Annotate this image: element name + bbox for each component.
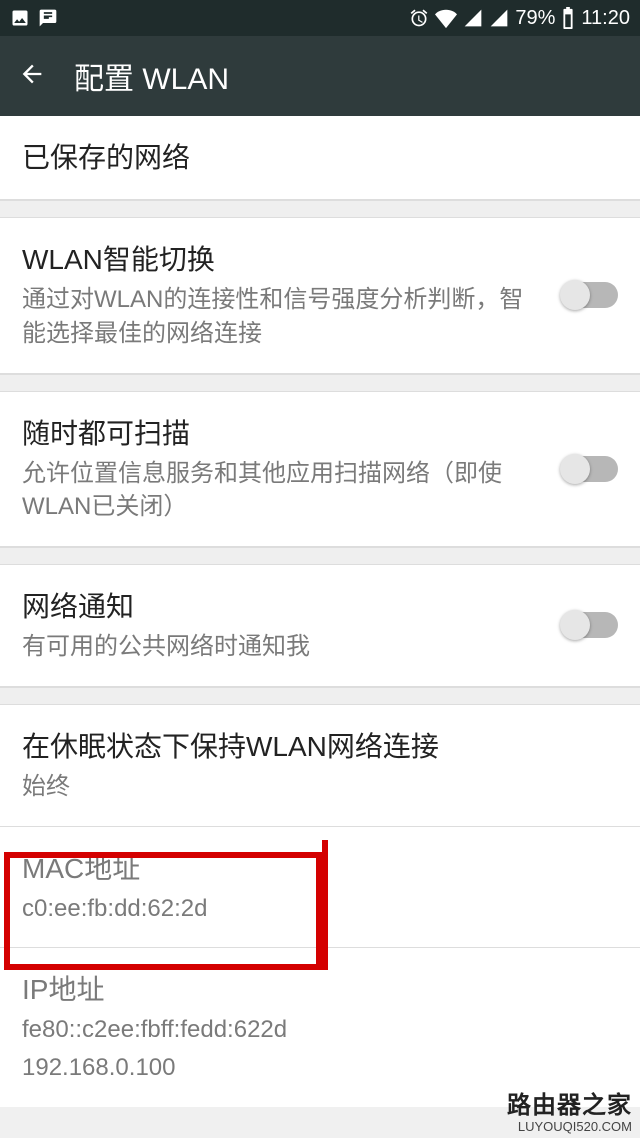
divider xyxy=(0,200,640,218)
mac-address-row: MAC地址 c0:ee:fb:dd:62:2d xyxy=(0,827,640,949)
keep-wlan-title: 在休眠状态下保持WLAN网络连接 xyxy=(22,727,618,766)
ip-address-v4: 192.168.0.100 xyxy=(22,1051,618,1085)
ip-address-v6: fe80::c2ee:fbff:fedd:622d xyxy=(22,1013,618,1047)
page-title: 配置 WLAN xyxy=(74,54,229,98)
scan-always-sub: 允许位置信息服务和其他应用扫描网络（即使WLAN已关闭） xyxy=(22,457,542,524)
smart-switch-sub: 通过对WLAN的连接性和信号强度分析判断，智能选择最佳的网络连接 xyxy=(22,283,542,350)
battery-icon xyxy=(561,7,575,29)
divider xyxy=(0,687,640,705)
smart-switch-toggle[interactable] xyxy=(562,282,618,308)
network-notify-title: 网络通知 xyxy=(22,587,542,626)
app-bar: 配置 WLAN xyxy=(0,36,640,116)
back-arrow-icon[interactable] xyxy=(18,60,46,93)
watermark-text: 路由器之家 xyxy=(507,1093,632,1119)
network-notify-sub: 有可用的公共网络时通知我 xyxy=(22,630,542,664)
status-bar: 79% 11:20 xyxy=(0,0,640,36)
clock-time: 11:20 xyxy=(581,7,630,30)
battery-percent: 79% xyxy=(515,7,555,30)
smart-switch-title: WLAN智能切换 xyxy=(22,240,542,279)
message-icon xyxy=(38,8,58,28)
settings-list[interactable]: 已保存的网络 WLAN智能切换 通过对WLAN的连接性和信号强度分析判断，智能选… xyxy=(0,116,640,1107)
saved-networks-row[interactable]: 已保存的网络 xyxy=(0,116,640,200)
divider xyxy=(0,374,640,392)
watermark: 路由器之家 LUYOUQI520.COM xyxy=(507,1093,632,1134)
picture-icon xyxy=(10,8,30,28)
scan-always-row[interactable]: 随时都可扫描 允许位置信息服务和其他应用扫描网络（即使WLAN已关闭） xyxy=(0,392,640,547)
ip-address-row: IP地址 fe80::c2ee:fbff:fedd:622d 192.168.0… xyxy=(0,948,640,1106)
signal-2-icon xyxy=(489,8,509,28)
mac-address-value: c0:ee:fb:dd:62:2d xyxy=(22,892,618,926)
mac-address-title: MAC地址 xyxy=(22,849,618,888)
keep-wlan-sub: 始终 xyxy=(22,770,618,804)
watermark-url: LUYOUQI520.COM xyxy=(507,1120,632,1134)
divider xyxy=(0,547,640,565)
alarm-icon xyxy=(409,8,429,28)
network-notify-row[interactable]: 网络通知 有可用的公共网络时通知我 xyxy=(0,565,640,687)
network-notify-toggle[interactable] xyxy=(562,612,618,638)
scan-always-title: 随时都可扫描 xyxy=(22,414,542,453)
signal-1-icon xyxy=(463,8,483,28)
wifi-icon xyxy=(435,7,457,29)
scan-always-toggle[interactable] xyxy=(562,456,618,482)
smart-switch-row[interactable]: WLAN智能切换 通过对WLAN的连接性和信号强度分析判断，智能选择最佳的网络连… xyxy=(0,218,640,373)
ip-address-title: IP地址 xyxy=(22,970,618,1009)
keep-wlan-sleep-row[interactable]: 在休眠状态下保持WLAN网络连接 始终 xyxy=(0,705,640,827)
saved-networks-title: 已保存的网络 xyxy=(22,138,618,177)
